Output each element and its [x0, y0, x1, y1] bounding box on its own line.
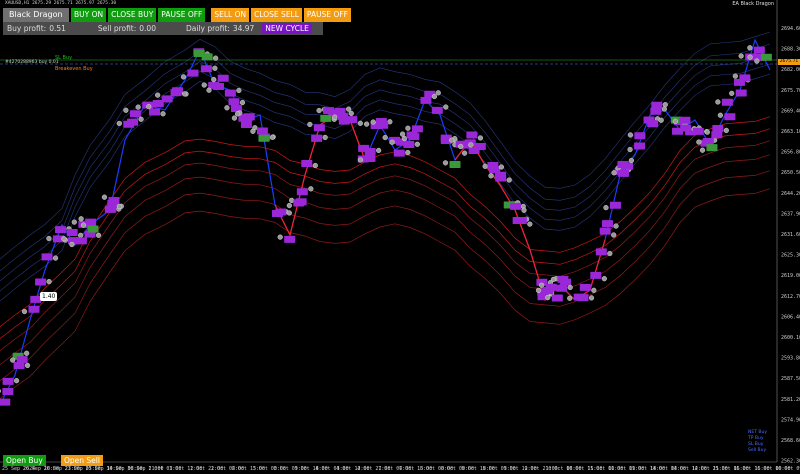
- price-tick: 2619.00: [781, 273, 800, 279]
- current-price-tag: 2675.71: [778, 59, 800, 65]
- price-tick: 2600.10: [781, 335, 800, 341]
- close-sell-button[interactable]: CLOSE SELL: [251, 8, 302, 22]
- panel-button-row: Black Dragon BUY ON CLOSE BUY PAUSE OFF …: [3, 8, 351, 22]
- price-tick: 2694.60: [781, 26, 800, 32]
- pause-sell-button[interactable]: PAUSE OFF: [303, 8, 351, 22]
- panel-stats-row: Buy profit: 0.51 Sell profit: 0.00 Daily…: [3, 22, 323, 35]
- price-tick: 2593.80: [781, 356, 800, 362]
- price-tick: 2581.20: [781, 397, 800, 403]
- legend: NET Buy TP Buy SL Buy Sell Buy: [748, 430, 767, 454]
- price-tick: 2663.10: [781, 129, 800, 135]
- price-tick: 2688.30: [781, 47, 800, 53]
- trading-terminal: 2694.60 2688.30 2682.00 2675.70 2669.40 2663.…: [0, 0, 800, 474]
- buy-profit-value: 0.51: [49, 24, 66, 33]
- price-line: [0, 38, 771, 406]
- control-panel: Black Dragon BUY ON CLOSE BUY PAUSE OFF …: [3, 8, 351, 35]
- order-info-label: #4270288963 buy 0.01: [5, 60, 59, 65]
- price-tick: 2612.70: [781, 294, 800, 300]
- breakeven-buy-label: Breakeven Buy: [55, 66, 93, 72]
- price-bubble: 1.40: [40, 292, 58, 301]
- daily-profit-value: 34.97: [232, 24, 255, 33]
- price-tick: 2562.30: [781, 459, 800, 465]
- price-tick: 2637.90: [781, 211, 800, 217]
- sl-buy-label: SL Buy: [55, 55, 73, 61]
- price-tick: 2631.60: [781, 232, 800, 238]
- new-cycle-button[interactable]: NEW CYCLE: [262, 23, 312, 34]
- price-tick: 2669.40: [781, 108, 800, 114]
- legend-item: Sell Buy: [748, 448, 767, 453]
- time-tick: 16 Oct 09:00: [775, 466, 800, 472]
- price-tick: 2587.50: [781, 376, 800, 382]
- panel-title: Black Dragon: [3, 8, 69, 22]
- price-tick: 2675.70: [781, 88, 800, 94]
- price-tick: 2574.90: [781, 417, 800, 423]
- price-tick: 2650.50: [781, 170, 800, 176]
- price-tick: 2656.80: [781, 150, 800, 156]
- envelope-bands: [0, 31, 771, 399]
- close-buy-button[interactable]: CLOSE BUY: [108, 8, 157, 22]
- open-buy-button[interactable]: Open Buy: [3, 455, 46, 466]
- price-tick: 2682.00: [781, 67, 800, 73]
- price-tick: 2606.40: [781, 314, 800, 320]
- daily-profit-label: Daily profit:: [185, 24, 230, 33]
- price-axis: 2694.60 2688.30 2682.00 2675.70 2669.40 2663.…: [781, 26, 800, 465]
- buy-profit-label: Buy profit:: [7, 24, 47, 33]
- sell-on-button[interactable]: SELL ON: [211, 8, 250, 22]
- ea-label: EA Black Dragon: [732, 1, 774, 7]
- open-sell-button[interactable]: Open Sell: [61, 455, 103, 466]
- time-axis: 25 Sep 202426 Sep 10:0026 Sep 23:0027 Se…: [2, 466, 800, 472]
- sell-profit-label: Sell profit:: [97, 24, 137, 33]
- price-tick: 2568.60: [781, 438, 800, 444]
- symbol-info: XAUUSD,H1 2675.29 2675.71 2675.97 2675.3…: [5, 1, 117, 6]
- price-chart[interactable]: 2694.60 2688.30 2682.00 2675.70 2669.40 2663.…: [0, 0, 800, 474]
- sell-profit-value: 0.00: [139, 24, 156, 33]
- buy-on-button[interactable]: BUY ON: [71, 8, 107, 22]
- pause-buy-button[interactable]: PAUSE OFF: [158, 8, 206, 22]
- price-tick: 2625.30: [781, 253, 800, 259]
- price-tick: 2644.20: [781, 191, 800, 197]
